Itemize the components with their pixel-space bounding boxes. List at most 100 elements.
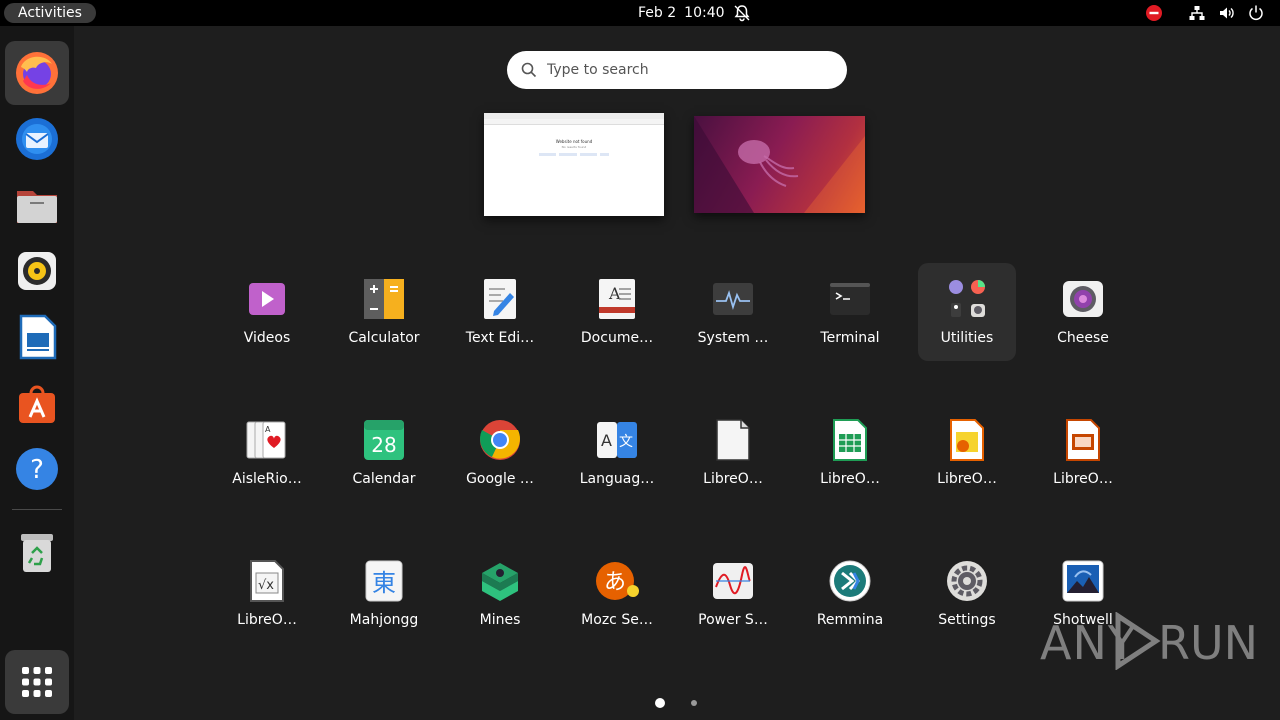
app-label: Settings	[938, 612, 996, 628]
libreoffice-icon	[716, 419, 750, 461]
show-applications-button[interactable]	[5, 650, 69, 714]
firefox-icon	[16, 52, 58, 94]
app-tile-system-monitor[interactable]: System …	[684, 263, 782, 361]
watermark-text-right: RUN	[1158, 616, 1259, 670]
app-label: Cheese	[1057, 330, 1109, 346]
app-tile-power-stats[interactable]: Power S…	[684, 545, 782, 643]
app-tile-mines[interactable]: Mines	[451, 545, 549, 643]
svg-text:A: A	[265, 425, 271, 434]
app-label: Mines	[479, 612, 521, 628]
app-label: Calculator	[348, 330, 420, 346]
app-tile-utilities-folder[interactable]: Utilities	[918, 263, 1016, 361]
search-input[interactable]	[547, 51, 837, 89]
page-indicator-1[interactable]	[655, 698, 665, 708]
app-tile-calc[interactable]: LibreO…	[801, 404, 899, 502]
writer-icon	[19, 314, 57, 360]
dock-item-help[interactable]: ?	[5, 437, 69, 501]
dock-item-thunderbird[interactable]	[5, 107, 69, 171]
software-icon	[19, 385, 55, 423]
do-not-disturb-icon[interactable]	[1145, 4, 1163, 22]
window-page-subtitle: No results found	[561, 145, 587, 149]
app-tile-libreoffice[interactable]: LibreO…	[684, 404, 782, 502]
activities-button[interactable]: Activities	[4, 3, 96, 23]
anyrun-watermark: ANY RUN	[1040, 608, 1258, 672]
text-editor-icon	[484, 279, 516, 319]
app-tile-cheese[interactable]: Cheese	[1034, 263, 1132, 361]
app-label: Text Edi…	[465, 330, 535, 346]
app-tile-impress[interactable]: LibreO…	[1034, 404, 1132, 502]
dock-item-firefox[interactable]	[5, 41, 69, 105]
app-label: LibreO…	[937, 471, 997, 487]
app-tile-mahjongg[interactable]: 東 Mahjongg	[335, 545, 433, 643]
workspace-thumbnail-2[interactable]	[694, 116, 865, 213]
svg-text:?: ?	[30, 455, 44, 485]
clock[interactable]: Feb 2 10:40	[638, 0, 733, 26]
app-label: LibreO…	[820, 471, 880, 487]
app-tile-document-viewer[interactable]: A Docume…	[568, 263, 666, 361]
dock-item-rhythmbox[interactable]	[5, 239, 69, 303]
dock-item-software[interactable]	[5, 371, 69, 435]
app-tile-terminal[interactable]: Terminal	[801, 263, 899, 361]
dock-item-writer[interactable]	[5, 305, 69, 369]
app-tile-calendar[interactable]: 28 Calendar	[335, 404, 433, 502]
app-tile-mozc[interactable]: あ Mozc Se…	[568, 545, 666, 643]
settings-icon	[947, 561, 987, 601]
app-tile-aisleriot[interactable]: A AisleRio…	[218, 404, 316, 502]
svg-text:√x: √x	[258, 578, 274, 593]
app-label: Mozc Se…	[581, 612, 653, 628]
svg-text:A: A	[601, 431, 612, 450]
app-tile-draw[interactable]: LibreO…	[918, 404, 1016, 502]
page-indicator-2[interactable]	[691, 700, 697, 706]
clock-date: Feb 2	[638, 5, 677, 21]
power-icon[interactable]	[1247, 4, 1265, 22]
workspace-thumbnail-1[interactable]: Website not found No results found	[484, 113, 664, 216]
window-page-title: Website not found	[555, 139, 593, 144]
thunderbird-icon	[16, 118, 58, 160]
dock-separator	[12, 509, 62, 510]
window-toolbar	[484, 119, 664, 125]
rhythmbox-icon	[18, 252, 56, 290]
app-tile-text-editor[interactable]: Text Edi…	[451, 263, 549, 361]
app-tile-remmina[interactable]: Remmina	[801, 545, 899, 643]
app-label: Terminal	[820, 330, 880, 346]
chrome-icon	[480, 420, 520, 460]
app-tile-calculator[interactable]: Calculator	[335, 263, 433, 361]
app-tile-math[interactable]: √x LibreO…	[218, 545, 316, 643]
mines-icon	[482, 563, 518, 601]
terminal-icon	[830, 283, 870, 315]
app-label: LibreO…	[1053, 471, 1113, 487]
app-tile-videos[interactable]: Videos	[218, 263, 316, 361]
search-bar[interactable]	[507, 51, 847, 89]
jellyfish-wallpaper-icon	[694, 116, 865, 213]
app-tile-settings[interactable]: Settings	[918, 545, 1016, 643]
dock-item-trash[interactable]	[5, 520, 69, 584]
app-label: LibreO…	[703, 471, 763, 487]
app-label: Calendar	[352, 471, 416, 487]
language-icon: A文	[597, 422, 637, 458]
app-label: Videos	[243, 330, 291, 346]
app-label: LibreO…	[237, 612, 297, 628]
play-logo-icon	[1115, 612, 1161, 670]
network-wired-icon[interactable]	[1188, 4, 1206, 22]
app-tile-language[interactable]: A 文 Languag…	[568, 404, 666, 502]
notification-bell-icon[interactable]	[733, 4, 751, 22]
impress-icon	[1066, 419, 1100, 461]
app-label: Power S…	[698, 612, 768, 628]
app-tile-chrome[interactable]: Google …	[451, 404, 549, 502]
app-label: System …	[697, 330, 769, 346]
system-monitor-icon	[713, 283, 753, 315]
utilities-folder-icon	[949, 280, 985, 317]
help-icon: ?	[16, 448, 58, 490]
calendar-icon: 28	[364, 420, 404, 460]
svg-text:文: 文	[619, 434, 633, 450]
trash-icon	[21, 534, 53, 572]
files-icon	[17, 191, 57, 223]
draw-icon	[950, 419, 984, 461]
calculator-icon	[364, 279, 404, 319]
app-label: Languag…	[579, 471, 655, 487]
volume-icon[interactable]	[1218, 4, 1236, 22]
calc-icon	[833, 419, 867, 461]
dock-item-files[interactable]	[5, 173, 69, 237]
clock-time: 10:40	[684, 5, 725, 21]
cheese-icon	[1063, 281, 1103, 317]
